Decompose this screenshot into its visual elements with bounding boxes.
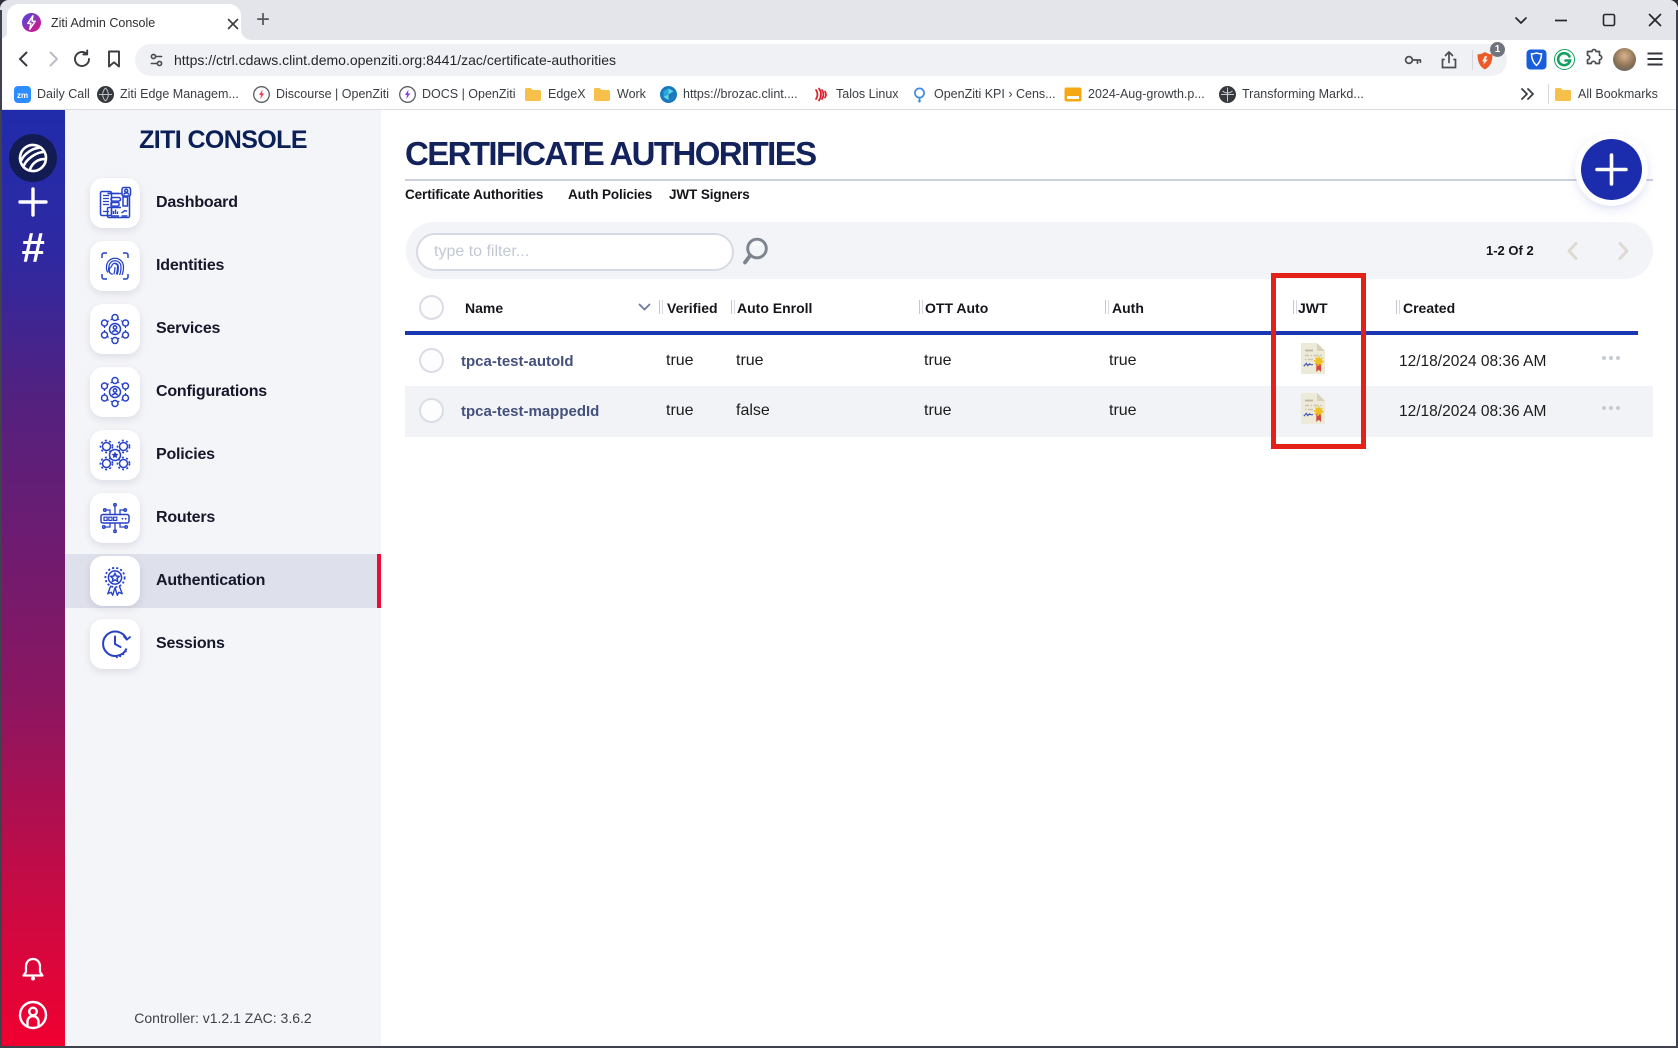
svg-text:zm: zm: [17, 91, 28, 100]
